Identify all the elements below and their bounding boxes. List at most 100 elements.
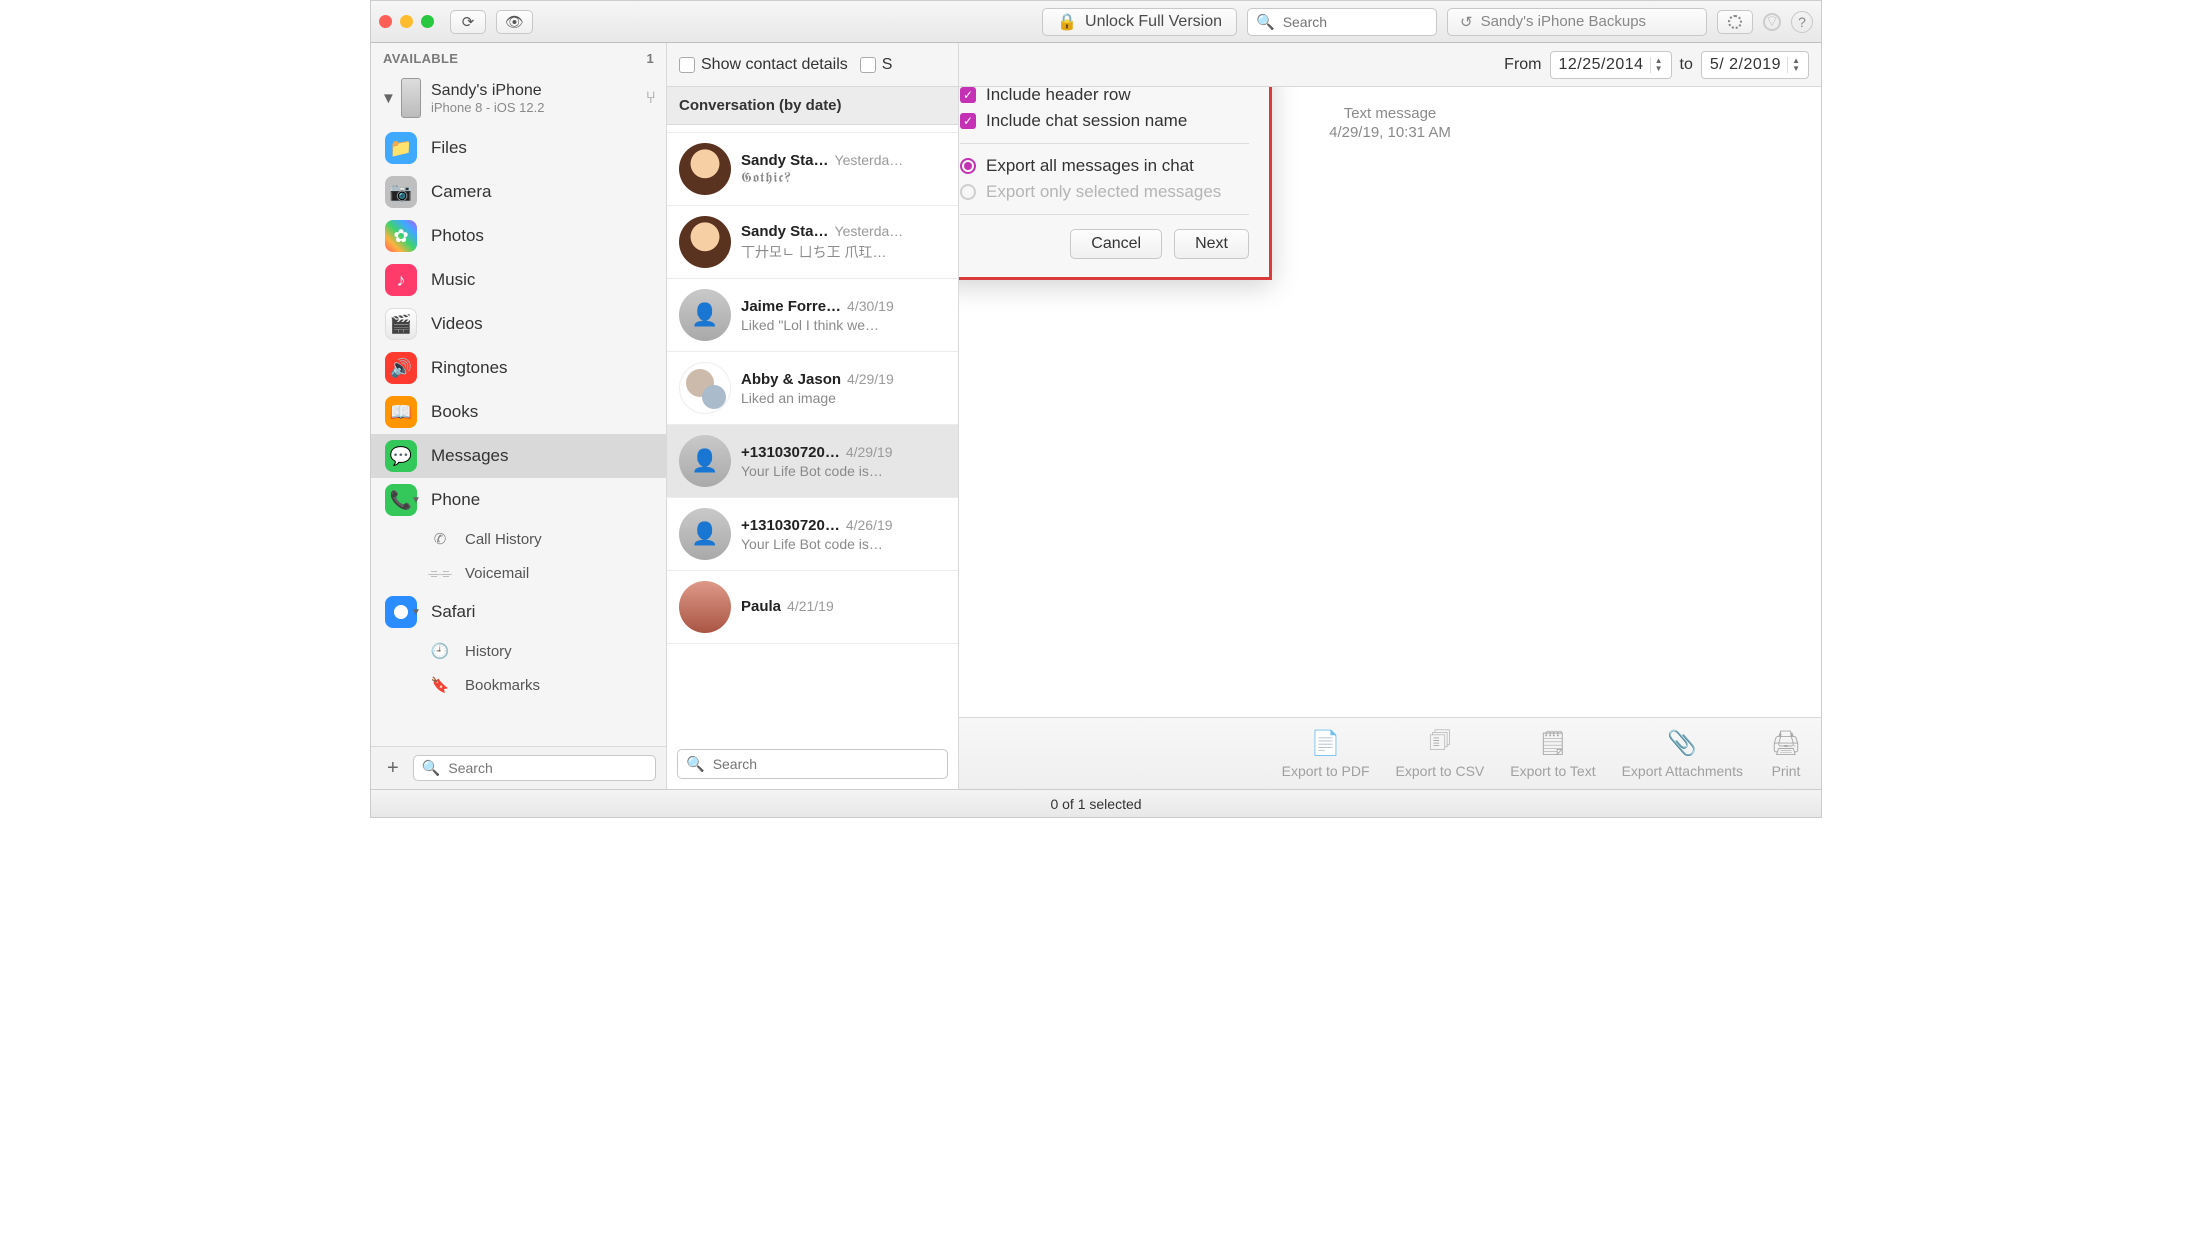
sidebar-search[interactable]: 🔍 [413, 755, 656, 781]
conversation-name: Jaime Forre… [741, 298, 841, 315]
help-button[interactable]: ? [1791, 11, 1813, 33]
export-csv-button[interactable]: 🗊Export to CSV [1396, 729, 1485, 779]
device-sub: iPhone 8 - iOS 12.2 [431, 100, 636, 115]
cancel-button[interactable]: Cancel [1070, 229, 1162, 259]
disclosure-icon[interactable]: ▼ [411, 607, 421, 618]
sidebar-item-call-history[interactable]: ✆Call History [371, 522, 666, 556]
wifi-icon[interactable]: ⌔ [1763, 13, 1781, 31]
sidebar-item-messages[interactable]: 💬Messages [371, 434, 666, 478]
checkbox-icon [860, 57, 876, 73]
photos-icon: ✿ [385, 220, 417, 252]
refresh-icon: ⟳ [462, 13, 475, 31]
show-contact-details-checkbox[interactable]: Show contact details [679, 56, 848, 74]
sidebar-item-safari[interactable]: ▼ Safari [371, 590, 666, 634]
sidebar-item-books[interactable]: 📖Books [371, 390, 666, 434]
backups-button[interactable]: ↺ Sandy's iPhone Backups [1447, 8, 1707, 36]
conversation-row[interactable]: 👤 Jaime Forre…4/30/19Liked "Lol I think … [667, 279, 958, 352]
conversation-row[interactable]: 👤 +131030720…4/29/19Your Life Bot code i… [667, 425, 958, 498]
sidebar-item-music[interactable]: ♪Music [371, 258, 666, 302]
checkbox-icon [679, 57, 695, 73]
device-name: Sandy's iPhone [431, 82, 636, 100]
status-bar: 0 of 1 selected [371, 789, 1821, 817]
sidebar-nav: 📁Files 📷Camera ✿Photos ♪Music 🎬Videos 🔊R… [371, 126, 666, 746]
avatar: 👤 [679, 289, 731, 341]
minimize-window-icon[interactable] [400, 15, 413, 28]
avatar [679, 143, 731, 195]
add-button[interactable]: + [381, 757, 405, 780]
avatar: 👤 [679, 435, 731, 487]
music-icon: ♪ [385, 264, 417, 296]
fullscreen-window-icon[interactable] [421, 15, 434, 28]
sidebar-item-ringtones[interactable]: 🔊Ringtones [371, 346, 666, 390]
unlock-full-version-button[interactable]: 🔒 Unlock Full Version [1042, 8, 1237, 36]
sidebar-item-photos[interactable]: ✿Photos [371, 214, 666, 258]
conversation-list[interactable]: Sandy Sta…Yesterda…𝕲𝖔𝖙𝖍𝖎𝖈? Sandy Sta…Yes… [667, 125, 958, 739]
checked-icon: ✓ [960, 113, 976, 129]
action-label: Export to Text [1510, 763, 1595, 779]
conversation-search-input[interactable] [711, 755, 939, 773]
books-icon: 📖 [385, 396, 417, 428]
sidebar-item-camera[interactable]: 📷Camera [371, 170, 666, 214]
disclosure-icon[interactable]: ▼ [381, 90, 391, 107]
search-icon: 🔍 [686, 755, 705, 773]
sidebar-item-history[interactable]: 🕘History [371, 634, 666, 668]
action-label: Print [1772, 763, 1801, 779]
disclosure-icon[interactable]: ▼ [411, 495, 421, 506]
refresh-button[interactable]: ⟳ [450, 10, 486, 34]
from-date-input[interactable]: 12/25/2014▲▼ [1550, 51, 1672, 79]
export-pdf-button[interactable]: 📄Export to PDF [1282, 729, 1370, 779]
activity-button[interactable] [1717, 10, 1753, 34]
toolbar-search[interactable]: 🔍 [1247, 8, 1437, 36]
include-chat-session-checkbox[interactable]: ✓Include chat session name [960, 111, 1249, 131]
avatar [679, 581, 731, 633]
conversation-row[interactable]: Paula4/21/19 [667, 571, 958, 644]
print-button[interactable]: 🖨Print [1769, 729, 1803, 779]
conversation-row[interactable]: 👤 +131030720…4/26/19Your Life Bot code i… [667, 498, 958, 571]
next-button[interactable]: Next [1174, 229, 1249, 259]
stepper-icon[interactable]: ▲▼ [1650, 57, 1667, 73]
conversation-row[interactable]: Sandy Sta…Yesterda…𝕲𝖔𝖙𝖍𝖎𝖈? [667, 133, 958, 206]
eye-icon: 👁 [505, 13, 524, 31]
to-date-input[interactable]: 5/ 2/2019▲▼ [1701, 51, 1809, 79]
titlebar: ⟳ 👁 🔒 Unlock Full Version 🔍 ↺ Sandy's iP… [371, 1, 1821, 43]
toolbar-search-input[interactable] [1281, 13, 1428, 31]
radio-label: Export only selected messages [986, 182, 1221, 202]
sidebar-item-files[interactable]: 📁Files [371, 126, 666, 170]
sidebar-search-input[interactable] [446, 759, 647, 777]
sidebar-device[interactable]: ▼ Sandy's iPhone iPhone 8 - iOS 12.2 ⑂ [371, 70, 666, 126]
close-window-icon[interactable] [379, 15, 392, 28]
pdf-icon: 📄 [1309, 729, 1343, 759]
sidebar-item-label: Messages [431, 446, 508, 466]
folder-icon: 📁 [385, 132, 417, 164]
include-header-row-checkbox[interactable]: ✓Include header row [960, 87, 1249, 105]
sidebar-item-bookmarks[interactable]: 🔖 Bookmarks [371, 668, 666, 702]
sidebar-item-label: Safari [431, 602, 475, 622]
sidebar-item-videos[interactable]: 🎬Videos [371, 302, 666, 346]
avatar [679, 216, 731, 268]
search-icon: 🔍 [422, 759, 441, 777]
conversation-search[interactable]: 🔍 [677, 749, 948, 779]
attachment-icon: 📎 [1665, 729, 1699, 759]
conversation-preview: Liked an image [741, 390, 946, 406]
stepper-icon[interactable]: ▲▼ [1787, 57, 1804, 73]
to-label: to [1680, 56, 1693, 74]
bookmark-icon: 🔖 [429, 674, 451, 696]
export-all-radio[interactable]: Export all messages in chat [960, 156, 1249, 176]
sidebar-item-label: Call History [465, 531, 542, 548]
export-text-button[interactable]: 🗒Export to Text [1510, 729, 1595, 779]
usb-icon: ⑂ [646, 88, 656, 108]
preview-button[interactable]: 👁 [496, 10, 533, 34]
checked-icon: ✓ [960, 87, 976, 103]
conversation-date: Yesterda… [835, 223, 904, 239]
sidebar-device-count: 1 [646, 51, 654, 66]
conversation-date: 4/21/19 [787, 598, 834, 614]
sidebar-item-label: Bookmarks [465, 677, 540, 694]
truncated-checkbox[interactable]: S [860, 56, 893, 74]
conversation-row[interactable]: Sandy Sta…Yesterda…丅廾모ㄴ ㄩち㠪 爪玒… [667, 206, 958, 279]
conversation-row[interactable]: Abby & Jason4/29/19Liked an image [667, 352, 958, 425]
sidebar-item-voicemail[interactable]: ⌯⌯Voicemail [371, 556, 666, 590]
sidebar-item-phone[interactable]: ▼📞Phone [371, 478, 666, 522]
conversation-name: +131030720… [741, 517, 840, 534]
avatar [679, 362, 731, 414]
export-attachments-button[interactable]: 📎Export Attachments [1622, 729, 1743, 779]
